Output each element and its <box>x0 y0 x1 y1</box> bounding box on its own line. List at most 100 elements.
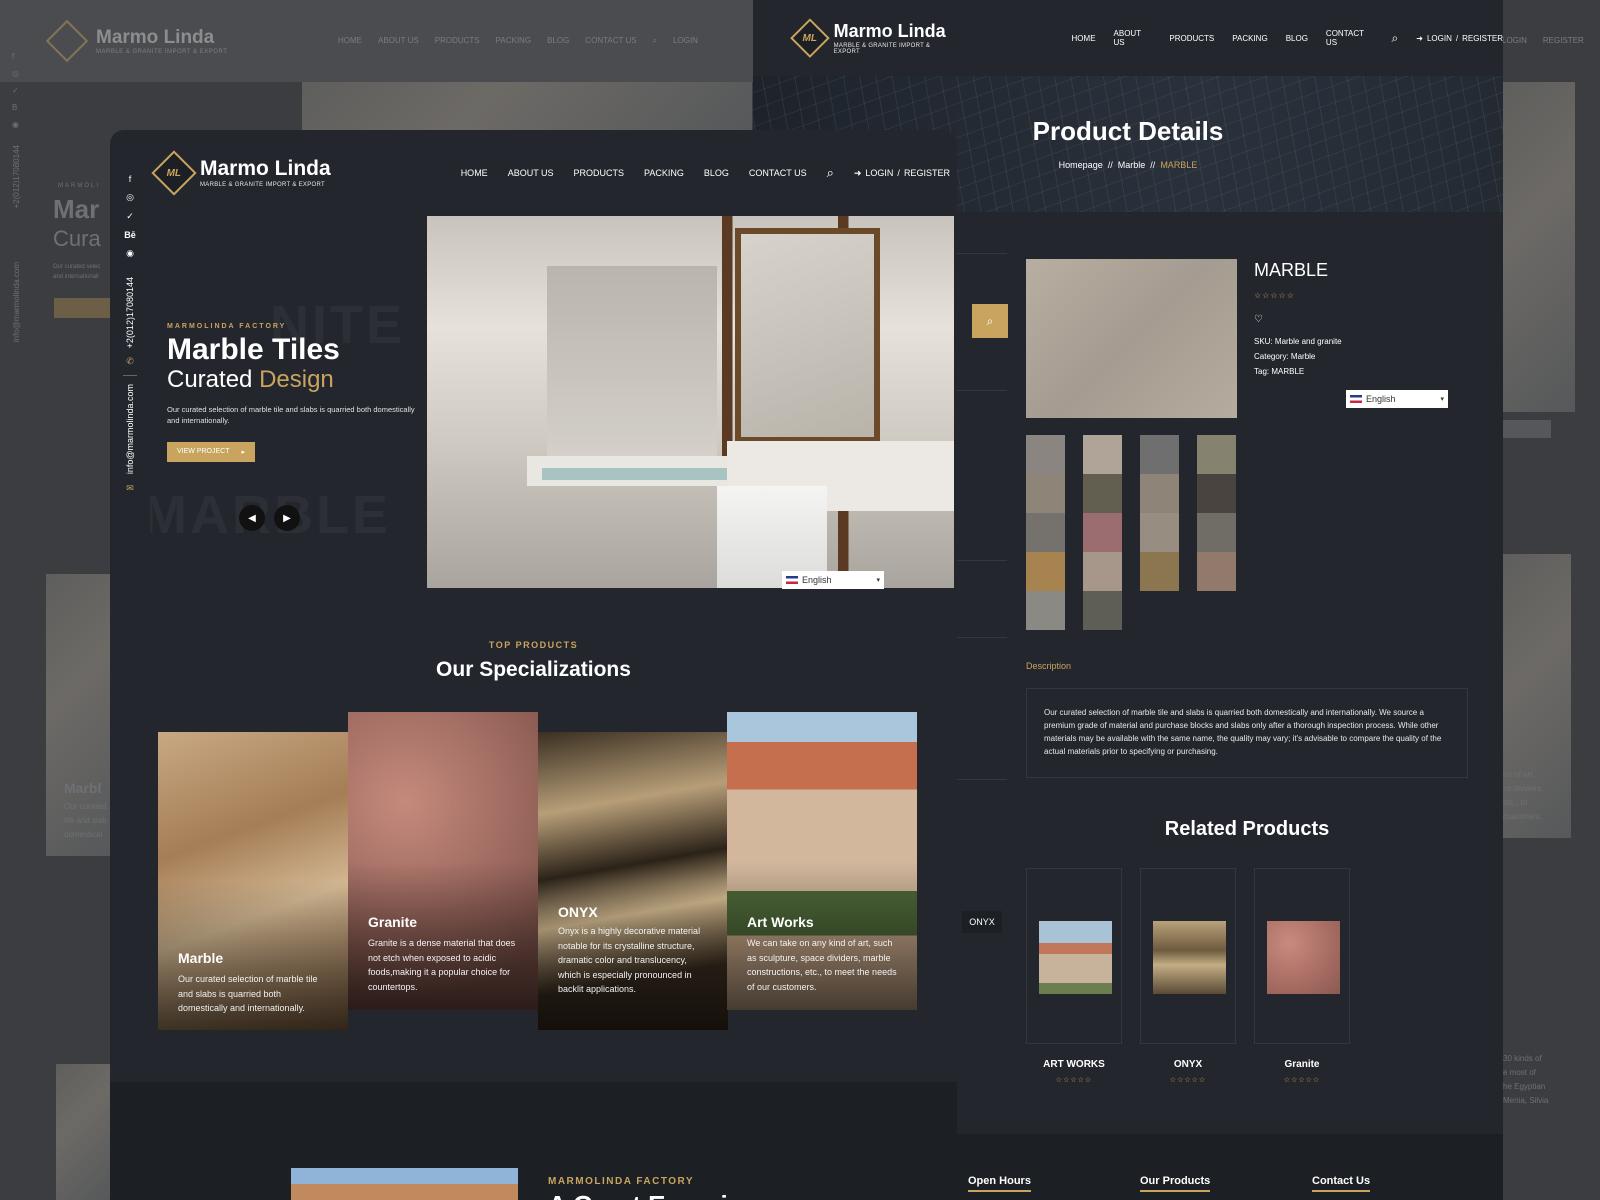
chevron-down-icon: ▾ <box>1440 396 1444 403</box>
dribbble-icon[interactable]: ◉ <box>126 248 134 259</box>
search-icon[interactable]: ⌕ <box>1392 31 1399 46</box>
thumbnail[interactable] <box>1140 435 1179 474</box>
thumbnail[interactable] <box>1197 435 1236 474</box>
related-name[interactable]: ART WORKS <box>1026 1059 1122 1070</box>
nav-login[interactable]: LOGIN <box>865 168 893 179</box>
language-select[interactable]: English ▾ <box>782 571 884 589</box>
thumbnail[interactable] <box>1026 513 1065 552</box>
search-icon[interactable]: ⌕ <box>827 165 834 181</box>
brand-name: Marmo Linda <box>833 20 946 41</box>
bg-card-text-3: domestical <box>64 830 103 839</box>
instagram-icon[interactable]: ◎ <box>126 192 134 203</box>
bg-card-text-2: tile and slab <box>64 816 107 825</box>
nav-packing[interactable]: PACKING <box>644 168 684 178</box>
product-header: ML Marmo Linda MARBLE & GRANITE IMPORT &… <box>753 0 1503 76</box>
related-name[interactable]: Granite <box>1254 1059 1350 1070</box>
description-tab[interactable]: Description <box>1026 661 1071 671</box>
tag-value[interactable]: MARBLE <box>1271 367 1304 376</box>
language-label: English <box>802 575 832 585</box>
nav-contact[interactable]: CONTACT US <box>749 168 807 178</box>
next-slide-button[interactable]: ▶ <box>274 505 300 531</box>
nav-blog[interactable]: BLOG <box>1286 34 1308 43</box>
bg-logo: Marmo Linda MARBLE & GRANITE IMPORT & EX… <box>45 19 228 63</box>
login-register[interactable]: ➜ LOGIN / REGISTER <box>854 168 950 179</box>
sidebar-tag-onyx[interactable]: ONYX <box>962 911 1002 933</box>
login-register[interactable]: ➜ LOGIN / REGISTER <box>1416 34 1503 43</box>
sidebar-search-button[interactable]: ⌕ <box>972 304 1008 338</box>
hero-text: Our curated selection of marble tile and… <box>167 404 415 425</box>
nav-packing[interactable]: PACKING <box>1232 34 1267 43</box>
related-card-granite[interactable] <box>1254 868 1350 1044</box>
bg-logo-diamond-icon <box>45 19 89 63</box>
twitter-icon[interactable]: ✓ <box>126 211 134 222</box>
thumbnail[interactable] <box>1083 591 1122 630</box>
thumbnail[interactable] <box>1083 474 1122 513</box>
spec-card-artworks[interactable]: Art Works We can take on any kind of art… <box>727 712 917 1010</box>
bg-card-title: Marbl <box>64 780 102 796</box>
crumb-home[interactable]: Homepage <box>1059 160 1103 170</box>
thumbnail[interactable] <box>1197 552 1236 591</box>
nav-login[interactable]: LOGIN <box>1427 34 1452 43</box>
prev-slide-button[interactable]: ◀ <box>239 505 265 531</box>
product-main-image[interactable] <box>1026 259 1237 418</box>
category-value[interactable]: Marble <box>1291 352 1315 361</box>
email-address[interactable]: info@marmolinda.com <box>125 384 135 474</box>
language-select[interactable]: English ▾ <box>1346 390 1448 408</box>
ghost-text-bottom: MARBLE <box>150 485 391 545</box>
crumb-sep: // <box>1150 160 1156 170</box>
tag-row: Tag: MARBLE <box>1254 367 1305 376</box>
product-name: MARBLE <box>1254 260 1329 280</box>
mirror <box>735 228 880 443</box>
related-card-artworks[interactable] <box>1026 868 1122 1044</box>
nav-products[interactable]: PRODUCTS <box>574 168 625 178</box>
thumbnail[interactable] <box>1026 435 1065 474</box>
bg-card-image <box>46 574 110 856</box>
related-card-onyx[interactable] <box>1140 868 1236 1044</box>
nav-register[interactable]: REGISTER <box>904 168 950 179</box>
phone-number[interactable]: +2(012)17080144 <box>125 277 135 348</box>
home-logo[interactable]: ML Marmo Linda MARBLE & GRANITE IMPORT &… <box>151 150 331 196</box>
facebook-icon[interactable]: f <box>129 174 132 184</box>
thumbnail[interactable] <box>1026 474 1065 513</box>
spec-card-onyx[interactable]: ONYX Onyx is a highly decorative materia… <box>538 732 728 1030</box>
thumbnail[interactable] <box>1083 435 1122 474</box>
product-logo[interactable]: ML Marmo Linda MARBLE & GRANITE IMPORT &… <box>790 18 957 58</box>
nav-blog[interactable]: BLOG <box>704 168 729 178</box>
behance-icon[interactable]: Bē <box>124 230 136 240</box>
nav-about[interactable]: ABOUT US <box>1114 29 1152 47</box>
specializations-kicker: TOP PRODUCTS <box>488 640 579 650</box>
social-sidebar: f ◎ ✓ Bē ◉ +2(012)17080144 ✆ info@marmol… <box>110 174 150 704</box>
thumbnail[interactable] <box>1140 552 1179 591</box>
thumbnail[interactable] <box>1083 513 1122 552</box>
spec-title: Art Works <box>747 914 814 930</box>
spec-card-marble[interactable]: Marble Our curated selection of marble t… <box>158 732 348 1030</box>
bg-vert-phone: +2(012)17080144 <box>12 145 21 209</box>
thumbnail[interactable] <box>1026 591 1065 630</box>
hero-bathroom-image <box>427 216 954 588</box>
bg-hero-image <box>302 82 752 132</box>
bg-right-line-4: customers. <box>1503 812 1543 821</box>
related-image <box>1153 921 1226 994</box>
crumb-marble[interactable]: Marble <box>1118 160 1146 170</box>
thumbnail[interactable] <box>1083 552 1122 591</box>
nav-home[interactable]: HOME <box>461 168 488 178</box>
view-project-button[interactable]: VIEW PROJECT ▸ <box>167 441 256 462</box>
related-name[interactable]: ONYX <box>1140 1059 1236 1070</box>
heart-icon[interactable]: ♡ <box>1254 314 1342 325</box>
nav-home[interactable]: HOME <box>1072 34 1096 43</box>
thumbnail[interactable] <box>1140 474 1179 513</box>
specializations-title: Our Specializations <box>436 658 631 681</box>
thumbnail[interactable] <box>1026 552 1065 591</box>
thumbnail[interactable] <box>1140 513 1179 552</box>
nav-register[interactable]: REGISTER <box>1462 34 1503 43</box>
bg-right-image <box>1503 82 1575 412</box>
nav-about[interactable]: ABOUT US <box>508 168 554 178</box>
mail-icon: ✉ <box>126 482 134 493</box>
spec-card-granite[interactable]: Granite Granite is a dense material that… <box>348 712 538 1010</box>
category-row: Category: Marble <box>1254 352 1316 361</box>
thumbnail[interactable] <box>1197 474 1236 513</box>
bg-brand-tagline: MARBLE & GRANITE IMPORT & EXPORT <box>96 49 228 55</box>
thumbnail[interactable] <box>1197 513 1236 552</box>
nav-contact[interactable]: CONTACT US <box>1326 29 1374 47</box>
nav-products[interactable]: PRODUCTS <box>1169 34 1214 43</box>
